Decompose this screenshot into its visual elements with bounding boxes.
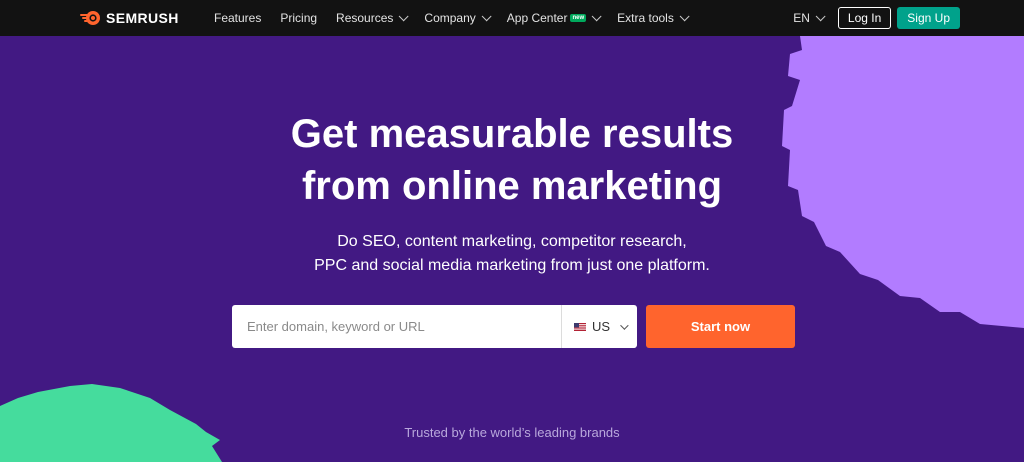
green-gear-decoration <box>0 384 222 462</box>
chevron-down-icon <box>815 10 826 21</box>
chevron-down-icon <box>591 10 602 21</box>
language-label: EN <box>793 11 810 25</box>
hero-subtitle-line: PPC and social media marketing from just… <box>314 257 710 274</box>
nav-item-extra-tools[interactable]: Extra tools <box>617 10 690 25</box>
trusted-by-text: Trusted by the world’s leading brands <box>404 425 620 440</box>
nav-item-label: Pricing <box>280 11 318 25</box>
chevron-down-icon <box>399 10 409 21</box>
nav-item-pricing[interactable]: Pricing <box>280 11 317 25</box>
nav-item-features[interactable]: Features <box>214 11 261 25</box>
nav-item-company[interactable]: Company <box>424 10 492 25</box>
chevron-down-icon <box>620 320 629 330</box>
hero-title-line: Get measurable results <box>290 112 734 156</box>
start-now-button[interactable]: Start now <box>646 305 795 348</box>
country-selector[interactable]: US <box>561 305 637 348</box>
nav-item-label: App Center <box>506 11 568 25</box>
nav-actions: EN Log In Sign Up <box>793 0 960 36</box>
semrush-flame-icon <box>80 11 100 25</box>
top-navigation: SEMRUSH Features Pricing Resources Compa… <box>0 0 1024 36</box>
country-code: US <box>592 319 611 334</box>
us-flag-icon <box>574 322 586 331</box>
nav-item-resources[interactable]: Resources <box>336 10 409 25</box>
signup-button[interactable]: Sign Up <box>897 7 960 29</box>
hero-title: Get measurable results from online marke… <box>0 108 1024 212</box>
main-menu: Features Pricing Resources Company App C… <box>214 0 705 36</box>
chevron-down-icon <box>481 10 492 21</box>
nav-item-label: Company <box>424 11 476 25</box>
chevron-down-icon <box>679 10 690 21</box>
semrush-logo[interactable]: SEMRUSH <box>80 9 179 27</box>
language-selector[interactable]: EN <box>793 10 826 25</box>
hero-subtitle-line: Do SEO, content marketing, competitor re… <box>337 233 687 250</box>
nav-item-label: Extra tools <box>617 11 674 25</box>
nav-item-app-center[interactable]: App Center new <box>506 10 602 25</box>
logo-text: SEMRUSH <box>106 10 179 26</box>
search-input[interactable] <box>232 305 561 348</box>
hero-title-line: from online marketing <box>301 164 723 208</box>
new-badge: new <box>570 14 587 22</box>
nav-item-label: Resources <box>336 11 394 25</box>
hero-subtitle: Do SEO, content marketing, competitor re… <box>0 230 1024 278</box>
login-button[interactable]: Log In <box>837 7 892 29</box>
nav-item-label: Features <box>214 11 262 25</box>
search-box: US <box>232 305 637 348</box>
